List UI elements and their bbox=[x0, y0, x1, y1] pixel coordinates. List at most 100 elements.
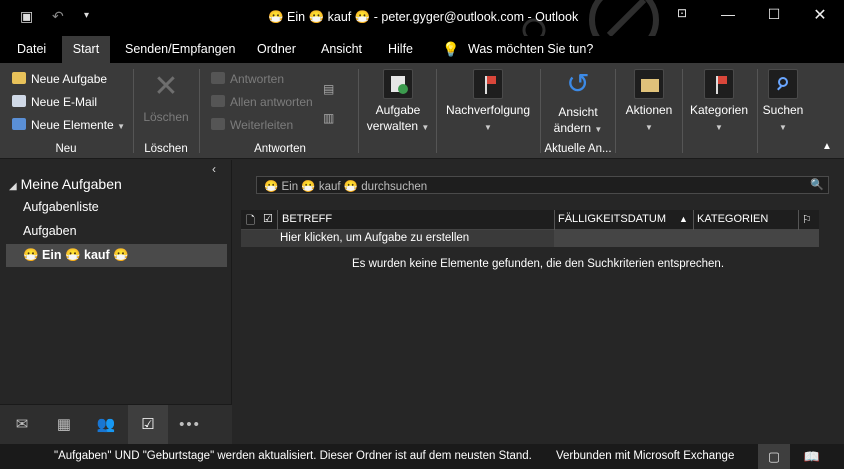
checkbox-column-icon[interactable]: ☑ bbox=[263, 212, 273, 225]
tasks-icon[interactable]: ☑ bbox=[128, 405, 168, 445]
column-faelligkeitsdatum[interactable]: FÄLLIGKEITSDATUM bbox=[558, 213, 666, 225]
search-icon bbox=[768, 69, 798, 99]
tab-ordner[interactable]: Ordner bbox=[249, 36, 304, 63]
collapse-ribbon-icon[interactable]: ▲ bbox=[822, 137, 832, 157]
delete-x-icon: ✕ bbox=[153, 70, 179, 103]
maximize-icon[interactable]: ☐ bbox=[759, 6, 789, 23]
empty-list-message: Es wurden keine Elemente gefunden, die d… bbox=[351, 258, 725, 270]
normal-view-icon[interactable]: ▢ bbox=[758, 444, 790, 469]
more-dots-icon[interactable]: ••• bbox=[170, 405, 210, 445]
divider bbox=[277, 210, 278, 230]
collapse-pane-icon[interactable]: ‹ bbox=[212, 162, 216, 176]
reply-icon bbox=[211, 72, 225, 84]
divider bbox=[615, 69, 616, 153]
task-clipboard-icon bbox=[12, 72, 26, 84]
status-sync-message: "Aufgaben" UND "Geburtstage" werden aktu… bbox=[54, 450, 532, 462]
window-title: 😷 Ein 😷 kauf 😷 - peter.gyger@outlook.com… bbox=[268, 10, 579, 24]
group-label-neu: Neu bbox=[55, 143, 77, 155]
manage-task-icon bbox=[383, 69, 413, 99]
quick-access-dropdown-icon[interactable]: ▾ bbox=[84, 10, 89, 21]
expand-triangle-icon: ◢ bbox=[9, 181, 17, 192]
outlook-app-icon[interactable]: ▣ bbox=[20, 8, 33, 25]
column-betreff[interactable]: BETREFF bbox=[282, 213, 332, 225]
meeting-icon[interactable]: ▤ bbox=[323, 79, 334, 99]
tab-hilfe[interactable]: Hilfe bbox=[380, 36, 421, 63]
module-switcher: ✉ ▦ 👥 ☑ ••• bbox=[0, 404, 232, 445]
undo-icon[interactable]: ↶ bbox=[52, 8, 64, 25]
new-task-button[interactable]: Neue Aufgabe bbox=[12, 69, 107, 89]
magnifier-icon[interactable]: 🔍 bbox=[810, 178, 824, 191]
document-icon[interactable]: 🗋 bbox=[246, 212, 255, 231]
group-label-antworten: Antworten bbox=[254, 143, 306, 155]
divider bbox=[798, 210, 799, 230]
folder-item-selected[interactable]: 😷 Ein 😷 kauf 😷 bbox=[6, 244, 227, 267]
folder-pane: ‹ ◢ Meine Aufgaben Aufgabenliste Aufgabe… bbox=[0, 160, 232, 404]
mail-icon[interactable]: ✉ bbox=[2, 405, 42, 445]
manage-task-button[interactable]: Aufgabe verwalten ▼ bbox=[366, 69, 430, 136]
tell-me-search[interactable]: Was möchten Sie tun? bbox=[460, 36, 601, 63]
reading-view-icon[interactable]: 📖 bbox=[796, 444, 828, 469]
divider bbox=[540, 69, 541, 153]
new-items-button[interactable]: Neue Elemente ▼ bbox=[12, 115, 125, 135]
more-respond-icon[interactable]: ▥ bbox=[323, 108, 334, 128]
status-bar: "Aufgaben" UND "Geburtstage" werden aktu… bbox=[0, 444, 844, 469]
divider bbox=[133, 69, 134, 153]
divider bbox=[682, 69, 683, 153]
divider bbox=[358, 69, 359, 153]
forward-icon bbox=[211, 118, 225, 130]
new-items-icon bbox=[12, 118, 26, 130]
task-list-pane: 😷 Ein 😷 kauf 😷 durchsuchen 🔍 🗋 ☑ BETREFF… bbox=[232, 160, 844, 444]
category-flag-icon bbox=[704, 69, 734, 99]
ribbon-tabs: Datei Start Senden/Empfangen Ordner Ansi… bbox=[0, 36, 844, 63]
tab-ansicht[interactable]: Ansicht bbox=[313, 36, 370, 63]
group-label-aktuelle-ansicht: Aktuelle An... bbox=[544, 143, 612, 155]
close-icon[interactable]: ✕ bbox=[805, 5, 835, 25]
red-flag-icon bbox=[473, 69, 503, 99]
filter-flag-icon[interactable]: ⚐ bbox=[802, 213, 812, 226]
chevron-down-icon: ▼ bbox=[117, 122, 125, 131]
envelope-icon bbox=[12, 95, 26, 107]
delete-button[interactable]: ✕ Löschen bbox=[140, 71, 192, 125]
change-view-button[interactable]: ↺ Ansicht ändern ▼ bbox=[547, 69, 609, 138]
minimize-icon[interactable]: — bbox=[713, 6, 743, 22]
tab-datei[interactable]: Datei bbox=[9, 36, 54, 63]
chevron-down-icon: ▼ bbox=[484, 123, 492, 132]
group-label-loeschen: Löschen bbox=[144, 143, 188, 155]
forward-button[interactable]: Weiterleiten bbox=[211, 115, 293, 135]
divider bbox=[757, 69, 758, 153]
ribbon-display-options-icon[interactable]: ⊡ bbox=[667, 6, 697, 20]
folder-item-aufgaben[interactable]: Aufgaben bbox=[23, 224, 77, 238]
search-ribbon-button[interactable]: Suchen ▼ bbox=[760, 69, 806, 136]
actions-button[interactable]: Aktionen ▼ bbox=[621, 69, 677, 136]
divider bbox=[693, 210, 694, 230]
new-email-button[interactable]: Neue E-Mail bbox=[12, 92, 97, 112]
follow-up-button[interactable]: Nachverfolgung ▼ bbox=[442, 69, 534, 136]
new-task-row-date-cell[interactable] bbox=[554, 230, 819, 247]
reply-all-icon bbox=[211, 95, 225, 107]
chevron-down-icon: ▼ bbox=[779, 123, 787, 132]
reply-button[interactable]: Antworten bbox=[211, 69, 284, 89]
chevron-down-icon: ▼ bbox=[715, 123, 723, 132]
calendar-icon[interactable]: ▦ bbox=[44, 405, 84, 445]
reply-all-button[interactable]: Allen antworten bbox=[211, 92, 313, 112]
search-input[interactable]: 😷 Ein 😷 kauf 😷 durchsuchen 🔍 bbox=[256, 176, 829, 194]
ribbon: Neue Aufgabe Neue E-Mail Neue Elemente ▼… bbox=[0, 63, 844, 159]
change-view-arrow-icon: ↺ bbox=[566, 68, 590, 99]
folder-item-aufgabenliste[interactable]: Aufgabenliste bbox=[23, 200, 99, 214]
divider bbox=[554, 210, 555, 230]
tab-start[interactable]: Start bbox=[62, 36, 110, 63]
chevron-down-icon: ▼ bbox=[594, 125, 603, 134]
tab-senden-empfangen[interactable]: Senden/Empfangen bbox=[117, 36, 244, 63]
column-header-row: 🗋 ☑ BETREFF FÄLLIGKEITSDATUM ▲ KATEGORIE… bbox=[241, 210, 819, 230]
column-kategorien[interactable]: KATEGORIEN bbox=[697, 213, 768, 225]
search-placeholder: 😷 Ein 😷 kauf 😷 durchsuchen bbox=[264, 181, 428, 193]
people-icon[interactable]: 👥 bbox=[86, 405, 126, 445]
chevron-down-icon: ▼ bbox=[421, 123, 430, 132]
divider bbox=[436, 69, 437, 153]
new-task-row[interactable]: Hier klicken, um Aufgabe zu erstellen bbox=[241, 230, 819, 247]
folder-group-header[interactable]: ◢ Meine Aufgaben bbox=[9, 176, 122, 192]
folder-move-icon bbox=[634, 69, 664, 99]
divider bbox=[199, 69, 200, 153]
chevron-down-icon: ▼ bbox=[645, 123, 653, 132]
categories-button[interactable]: Kategorien ▼ bbox=[687, 69, 751, 136]
